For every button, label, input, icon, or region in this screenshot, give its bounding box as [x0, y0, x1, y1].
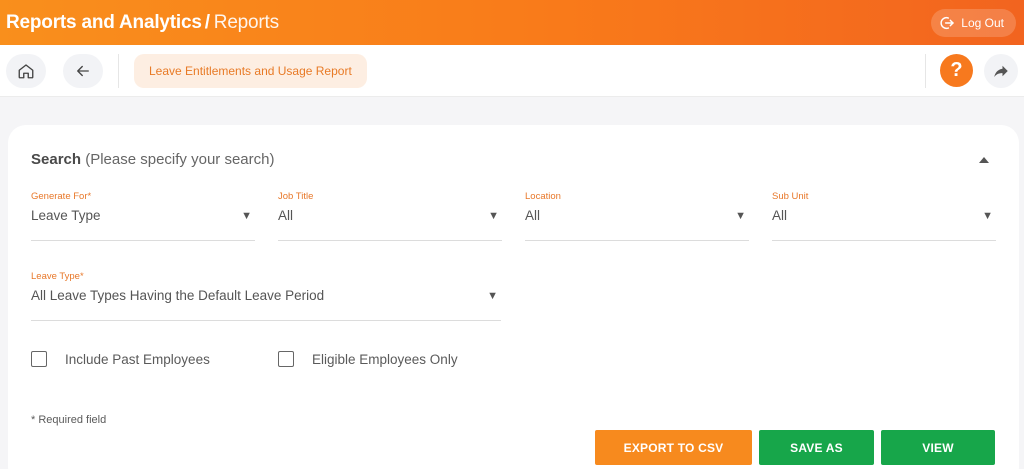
top-bar: Reports and Analytics / Reports Log Out	[0, 0, 1024, 45]
leave-type-field: Leave Type* All Leave Types Having the D…	[31, 271, 501, 321]
sub-unit-field: Sub Unit All ▼	[772, 191, 996, 241]
eligible-employees-checkbox[interactable]	[278, 351, 294, 367]
app-title-text: Reports and Analytics	[6, 11, 202, 33]
include-past-employees-label: Include Past Employees	[65, 351, 210, 367]
toolbar-divider-right	[925, 53, 926, 88]
home-icon	[18, 63, 34, 78]
search-subtitle: (Please specify your search)	[85, 151, 275, 168]
job-title-field: Job Title All ▼	[278, 191, 502, 241]
page-title: Reports and Analytics / Reports	[6, 12, 279, 34]
required-field-note: * Required field	[31, 414, 107, 426]
caret-down-icon: ▼	[241, 210, 252, 222]
job-title-select[interactable]: All ▼	[278, 208, 502, 241]
back-button[interactable]	[63, 53, 103, 88]
leave-type-value: All Leave Types Having the Default Leave…	[31, 288, 325, 303]
include-past-employees-option[interactable]: Include Past Employees	[31, 351, 210, 367]
job-title-label: Job Title	[278, 191, 314, 202]
toolbar: Leave Entitlements and Usage Report ?	[0, 45, 1024, 97]
generate-for-field: Generate For* Leave Type ▼	[31, 191, 255, 241]
share-icon	[994, 65, 1008, 77]
location-value: All	[525, 208, 541, 223]
search-title: Search	[31, 151, 82, 168]
search-header: Search (Please specify your search)	[31, 151, 274, 168]
leave-type-label: Leave Type*	[31, 271, 84, 282]
include-past-employees-checkbox[interactable]	[31, 351, 47, 367]
logout-label: Log Out	[961, 15, 1004, 30]
generate-for-value: Leave Type	[31, 208, 101, 223]
job-title-value: All	[278, 208, 294, 223]
sub-unit-select[interactable]: All ▼	[772, 208, 996, 241]
logout-button[interactable]: Log Out	[931, 8, 1016, 37]
eligible-employees-label: Eligible Employees Only	[312, 351, 458, 367]
collapse-icon[interactable]	[979, 157, 989, 163]
export-csv-button[interactable]: EXPORT TO CSV	[595, 430, 752, 465]
breadcrumb[interactable]: Reports	[214, 12, 279, 33]
arrow-left-icon	[77, 65, 89, 76]
sub-unit-label: Sub Unit	[772, 191, 809, 202]
generate-for-label: Generate For*	[31, 191, 92, 202]
save-as-button[interactable]: SAVE AS	[759, 430, 874, 465]
toolbar-divider	[118, 53, 119, 88]
eligible-employees-option[interactable]: Eligible Employees Only	[278, 351, 458, 367]
home-button[interactable]	[6, 53, 46, 88]
leave-type-select[interactable]: All Leave Types Having the Default Leave…	[31, 288, 501, 321]
generate-for-select[interactable]: Leave Type ▼	[31, 208, 255, 241]
search-card: Search (Please specify your search) Gene…	[8, 125, 1019, 469]
tab-leave-entitlements-report[interactable]: Leave Entitlements and Usage Report	[134, 53, 367, 88]
logout-icon	[940, 16, 955, 29]
caret-down-icon: ▼	[488, 210, 499, 222]
help-button[interactable]: ?	[940, 54, 973, 87]
caret-down-icon: ▼	[487, 290, 498, 302]
caret-down-icon: ▼	[982, 210, 993, 222]
location-select[interactable]: All ▼	[525, 208, 749, 241]
location-field: Location All ▼	[525, 191, 749, 241]
share-button[interactable]	[984, 53, 1018, 88]
sub-unit-value: All	[772, 208, 788, 223]
title-separator: /	[204, 11, 210, 33]
location-label: Location	[525, 191, 561, 202]
view-button[interactable]: VIEW	[881, 430, 995, 465]
caret-down-icon: ▼	[735, 210, 746, 222]
